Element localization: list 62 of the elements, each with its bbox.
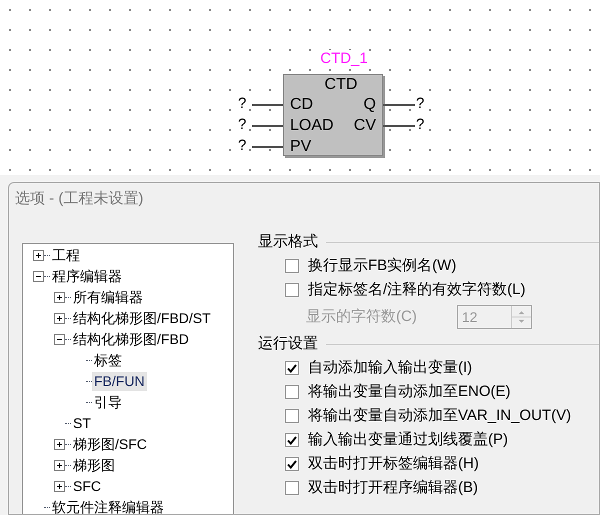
checkbox[interactable]: [285, 457, 299, 471]
tree-item[interactable]: 引导: [92, 393, 124, 412]
option-label: 将输出变量自动添加至VAR_IN_OUT(V): [308, 406, 572, 426]
expand-icon[interactable]: [54, 439, 65, 450]
tree-item[interactable]: ST: [71, 414, 93, 433]
checkbox[interactable]: [285, 385, 299, 399]
input-value[interactable]: ?: [238, 114, 250, 137]
collapse-icon[interactable]: [33, 271, 44, 282]
expand-icon[interactable]: [54, 481, 65, 492]
option-label: 换行显示FB实例名(W): [308, 256, 456, 276]
output-value[interactable]: ?: [416, 93, 428, 116]
expand-icon[interactable]: [54, 313, 65, 324]
pin-label: CV: [354, 116, 376, 136]
connection-line: [252, 146, 283, 148]
option-label: 双击时打开标签编辑器(H): [308, 454, 479, 474]
checkmark-icon: [287, 460, 297, 468]
tree-item[interactable]: 软元件注释编辑器: [50, 498, 166, 514]
option-label: 双击时打开程序编辑器(B): [308, 478, 478, 498]
instance-name: CTD_1: [320, 50, 368, 68]
checkbox[interactable]: [285, 259, 299, 273]
option-label: 输入输出变量通过划线覆盖(P): [308, 430, 508, 450]
group-title: 运行设置: [258, 334, 318, 354]
option-label: 指定标签名/注释的有效字符数(L): [308, 280, 526, 300]
pin-label: LOAD: [290, 116, 334, 136]
connection-line: [383, 104, 415, 106]
tree-item[interactable]: SFC: [71, 477, 103, 496]
tree-item[interactable]: 所有编辑器: [71, 288, 145, 307]
input-value[interactable]: ?: [238, 135, 250, 158]
checkbox[interactable]: [285, 433, 299, 447]
option-label: 将输出变量自动添加至ENO(E): [308, 382, 510, 402]
checkbox[interactable]: [285, 481, 299, 495]
tree-item[interactable]: 工程: [50, 246, 82, 265]
connection-line: [252, 124, 283, 126]
expand-icon[interactable]: [54, 292, 65, 303]
tree-item[interactable]: 结构化梯形图/FBD: [71, 330, 191, 349]
tree-item[interactable]: 结构化梯形图/FBD/ST: [71, 309, 213, 328]
pin-label: Q: [364, 95, 376, 115]
expand-icon[interactable]: [33, 250, 44, 261]
tree-item[interactable]: 梯形图: [71, 456, 117, 475]
connection-line: [383, 124, 415, 126]
checkbox[interactable]: [285, 409, 299, 423]
input-value[interactable]: ?: [238, 93, 250, 116]
function-block[interactable]: CTD CD LOAD PV Q CV: [283, 74, 383, 156]
tree-item[interactable]: FB/FUN: [92, 372, 147, 391]
group-title: 显示格式: [258, 232, 318, 252]
checkbox[interactable]: [285, 283, 299, 297]
pin-label: PV: [290, 137, 312, 157]
block-type: CTD: [324, 75, 358, 94]
collapse-icon[interactable]: [54, 334, 65, 345]
expand-icon[interactable]: [54, 460, 65, 471]
pin-label: CD: [290, 95, 314, 115]
field-label: 显示的字符数(C): [306, 306, 417, 327]
output-value[interactable]: ?: [416, 114, 428, 137]
connection-line: [252, 104, 283, 106]
tree-item[interactable]: 梯形图/SFC: [71, 435, 149, 454]
window-title: 选项 - (工程未设置): [15, 188, 144, 209]
tree-item[interactable]: 标签: [92, 351, 124, 370]
checkmark-icon: [287, 436, 297, 444]
tree-item[interactable]: 程序编辑器: [50, 267, 124, 286]
checkbox[interactable]: [285, 361, 299, 375]
option-label: 自动添加输入输出变量(I): [308, 358, 472, 378]
checkmark-icon: [287, 364, 297, 372]
